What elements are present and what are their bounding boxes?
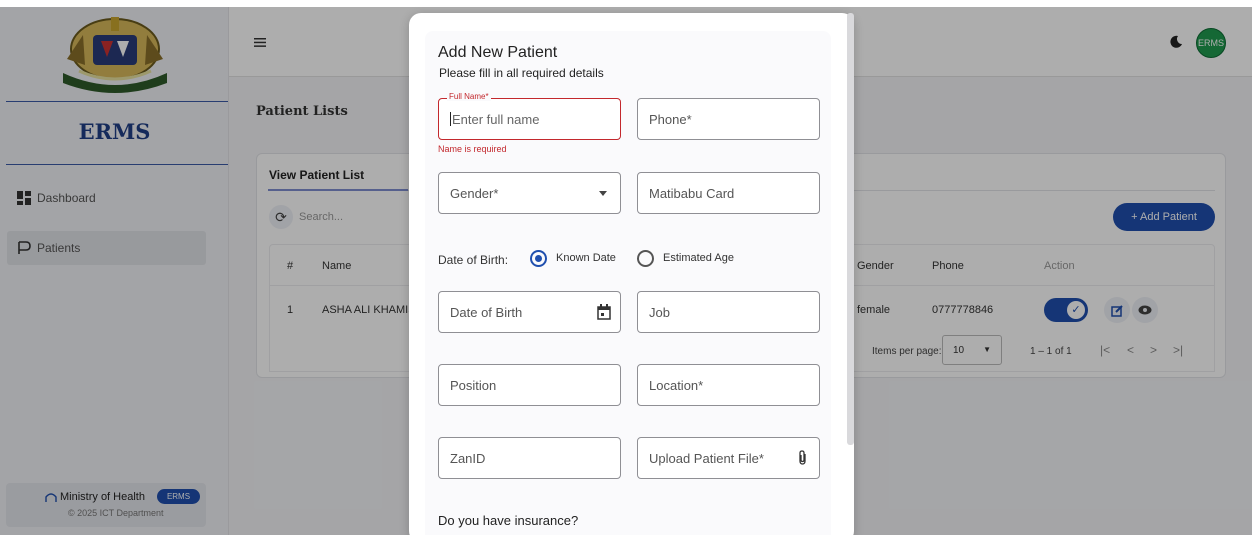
attachment-icon[interactable] [796,450,810,466]
upload-file-placeholder: Upload Patient File* [649,451,764,466]
known-date-label: Known Date [556,252,616,264]
chevron-down-icon [599,191,607,196]
calendar-icon[interactable] [597,304,611,320]
full-name-label: Full Name* [447,92,491,101]
estimated-age-label: Estimated Age [663,252,734,264]
estimated-age-radio[interactable] [637,250,654,267]
upload-file-field[interactable]: Upload Patient File* [637,437,820,479]
full-name-placeholder-text: Enter full name [452,112,540,127]
location-placeholder: Location* [649,378,704,393]
matibabu-card-field[interactable]: Matibabu Card [637,172,820,214]
known-date-radio[interactable] [530,250,547,267]
full-name-field[interactable]: Full Name* Enter full name [438,92,621,140]
location-field[interactable]: Location* [637,364,820,406]
phone-placeholder: Phone* [649,112,692,127]
dialog-scrollbar[interactable] [847,13,854,445]
gender-select[interactable]: Gender* [438,172,621,214]
gender-placeholder: Gender* [450,186,499,201]
dialog-title: Add New Patient [438,44,558,61]
job-field[interactable]: Job [637,291,820,333]
date-of-birth-placeholder: Date of Birth [450,305,523,320]
matibabu-card-placeholder: Matibabu Card [649,186,735,201]
insurance-question: Do you have insurance? [438,513,579,528]
position-field[interactable]: Position [438,364,621,406]
zanid-placeholder: ZanID [450,451,486,466]
full-name-placeholder: Enter full name [450,112,539,127]
zanid-field[interactable]: ZanID [438,437,621,479]
job-placeholder: Job [649,305,670,320]
phone-field[interactable]: Phone* [637,98,820,140]
full-name-error: Name is required [438,144,507,154]
dialog-subtitle: Please fill in all required details [439,66,604,80]
dob-mode-label: Date of Birth: [438,253,509,267]
position-placeholder: Position [450,378,497,393]
date-of-birth-field[interactable]: Date of Birth [438,291,621,333]
add-patient-dialog: Add New Patient Please fill in all requi… [409,13,854,535]
text-cursor [450,112,451,126]
